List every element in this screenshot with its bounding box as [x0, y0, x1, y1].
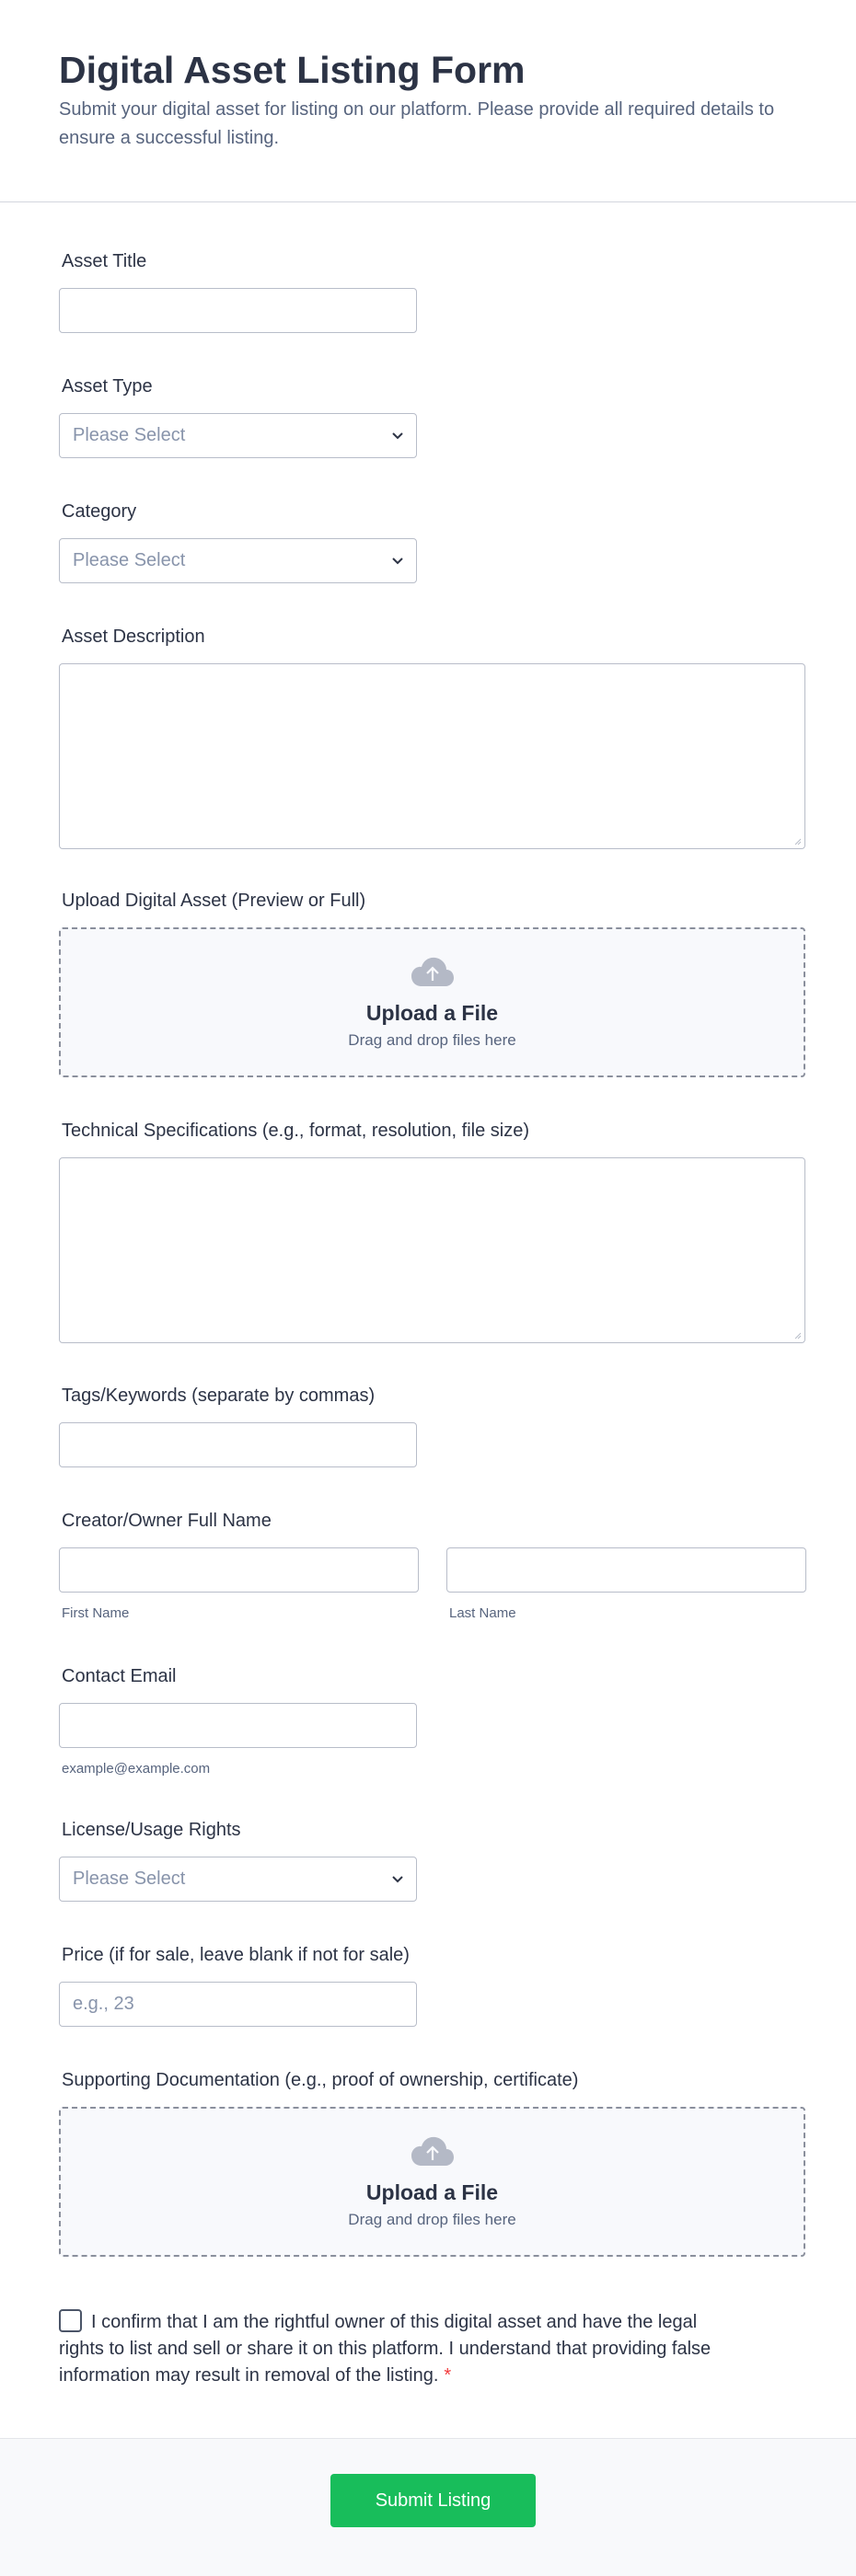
supporting-docs-field: Supporting Documentation (e.g., proof of…: [59, 2067, 805, 2257]
name-row: First Name Last Name: [59, 1547, 806, 1621]
price-label: Price (if for sale, leave blank if not f…: [62, 1945, 410, 1965]
license-field: License/Usage Rights Please Select: [59, 1817, 417, 1902]
price-field: Price (if for sale, leave blank if not f…: [59, 1942, 417, 2027]
license-selected: Please Select: [73, 1869, 186, 1889]
resize-handle-icon[interactable]: [792, 836, 802, 845]
chevron-down-icon: [392, 558, 403, 565]
page-subtitle: Submit your digital asset for listing on…: [59, 99, 775, 148]
supporting-docs-subtitle: Drag and drop files here: [348, 2211, 516, 2228]
category-selected: Please Select: [73, 550, 186, 570]
license-select[interactable]: Please Select: [59, 1857, 417, 1902]
creator-name-label: Creator/Owner Full Name: [62, 1511, 272, 1531]
asset-title-label: Asset Title: [62, 251, 147, 271]
upload-asset-title: Upload a File: [365, 1001, 499, 1025]
first-name-col: First Name: [59, 1547, 419, 1621]
supporting-docs-label: Supporting Documentation (e.g., proof of…: [62, 2070, 579, 2090]
cloud-upload-icon: [411, 957, 454, 986]
tags-label: Tags/Keywords (separate by commas): [62, 1386, 376, 1406]
consent-checkbox[interactable]: [59, 2309, 82, 2332]
creator-name-field: Creator/Owner Full Name First Name Last …: [59, 1508, 806, 1621]
asset-description-textarea[interactable]: [59, 663, 805, 849]
tech-specs-textarea[interactable]: [59, 1157, 805, 1343]
submit-listing-button[interactable]: Submit Listing: [330, 2474, 536, 2527]
last-name-input[interactable]: [446, 1547, 806, 1593]
form-footer: Submit Listing: [0, 2438, 856, 2576]
first-name-sublabel: First Name: [62, 1605, 130, 1621]
supporting-docs-title: Upload a File: [365, 2180, 499, 2204]
last-name-sublabel: Last Name: [449, 1605, 516, 1621]
upload-asset-subtitle: Drag and drop files here: [348, 1031, 516, 1049]
category-label: Category: [62, 501, 137, 522]
asset-type-label: Asset Type: [62, 376, 153, 397]
category-select[interactable]: Please Select: [59, 538, 417, 583]
consent-block: I confirm that I am the rightful owner o…: [59, 2309, 722, 2389]
contact-email-label: Contact Email: [62, 1666, 177, 1686]
cloud-upload-icon: [411, 2136, 454, 2166]
tags-input[interactable]: [59, 1422, 417, 1467]
contact-email-field: Contact Email example@example.com: [59, 1663, 417, 1777]
license-label: License/Usage Rights: [62, 1820, 241, 1840]
upload-asset-dropzone[interactable]: Upload a File Drag and drop files here: [59, 927, 805, 1077]
contact-email-sublabel: example@example.com: [62, 1761, 211, 1777]
asset-type-select[interactable]: Please Select: [59, 413, 417, 458]
category-field: Category Please Select: [59, 499, 417, 583]
last-name-col: Last Name: [446, 1547, 806, 1621]
required-mark: *: [444, 2365, 452, 2386]
chevron-down-icon: [392, 1876, 403, 1883]
asset-title-input[interactable]: [59, 288, 417, 333]
resize-handle-icon[interactable]: [792, 1330, 802, 1340]
asset-description-label: Asset Description: [62, 627, 205, 647]
chevron-down-icon: [392, 432, 403, 440]
page-title: Digital Asset Listing Form: [59, 49, 526, 91]
asset-type-field: Asset Type Please Select: [59, 374, 417, 458]
contact-email-input[interactable]: [59, 1703, 417, 1748]
tags-field: Tags/Keywords (separate by commas): [59, 1383, 417, 1467]
upload-asset-field: Upload Digital Asset (Preview or Full) U…: [59, 888, 805, 1077]
upload-asset-label: Upload Digital Asset (Preview or Full): [62, 891, 366, 911]
consent-text: I confirm that I am the rightful owner o…: [59, 2312, 711, 2386]
tech-specs-label: Technical Specifications (e.g., format, …: [62, 1121, 529, 1141]
asset-description-field: Asset Description: [59, 624, 805, 849]
asset-type-selected: Please Select: [73, 425, 186, 445]
tech-specs-field: Technical Specifications (e.g., format, …: [59, 1118, 805, 1343]
first-name-input[interactable]: [59, 1547, 419, 1593]
form-header: Digital Asset Listing Form Submit your d…: [0, 0, 856, 202]
supporting-docs-dropzone[interactable]: Upload a File Drag and drop files here: [59, 2107, 805, 2257]
price-input[interactable]: [59, 1982, 417, 2027]
asset-title-field: Asset Title: [59, 248, 417, 333]
